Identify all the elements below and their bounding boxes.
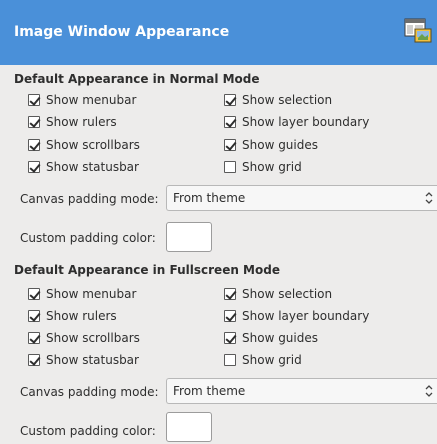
checkbox-box[interactable] <box>28 94 40 106</box>
normal-show-layer-boundary-checkbox[interactable]: Show layer boundary <box>224 114 369 130</box>
fullscreen-padding-color-label: Custom padding color: <box>20 424 156 438</box>
normal-padding-mode-select[interactable]: From theme <box>166 185 437 211</box>
fullscreen-show-rulers-checkbox[interactable]: Show rulers <box>28 308 117 324</box>
normal-padding-color-button[interactable] <box>166 222 212 252</box>
checkbox-box[interactable] <box>28 310 40 322</box>
checkbox-label: Show menubar <box>46 93 137 107</box>
updown-arrow-icon <box>425 385 433 397</box>
fullscreen-show-guides-checkbox[interactable]: Show guides <box>224 330 318 346</box>
fullscreen-show-menubar-checkbox[interactable]: Show menubar <box>28 286 136 302</box>
checkbox-box[interactable] <box>28 116 40 128</box>
checkbox-label: Show selection <box>242 287 333 301</box>
normal-show-grid-checkbox[interactable]: Show grid <box>224 159 302 175</box>
checkbox-box[interactable] <box>28 139 40 151</box>
fullscreen-section-title: Default Appearance in Fullscreen Mode <box>14 263 280 277</box>
checkbox-label: Show layer boundary <box>242 115 370 129</box>
updown-arrow-icon <box>425 192 433 204</box>
checkbox-box[interactable] <box>224 139 236 151</box>
checkbox-box[interactable] <box>224 354 236 366</box>
select-value: From theme <box>173 191 246 205</box>
checkbox-box[interactable] <box>224 161 236 173</box>
fullscreen-show-selection-checkbox[interactable]: Show selection <box>224 286 332 302</box>
checkbox-box[interactable] <box>224 310 236 322</box>
fullscreen-padding-mode-label: Canvas padding mode: <box>20 385 159 399</box>
checkbox-box[interactable] <box>28 354 40 366</box>
checkbox-box[interactable] <box>28 161 40 173</box>
checkbox-box[interactable] <box>28 332 40 344</box>
normal-padding-mode-label: Canvas padding mode: <box>20 192 159 206</box>
checkbox-label: Show layer boundary <box>242 309 370 323</box>
checkbox-box[interactable] <box>224 116 236 128</box>
fullscreen-padding-mode-select[interactable]: From theme <box>166 378 437 404</box>
checkbox-label: Show statusbar <box>46 353 139 367</box>
checkbox-label: Show rulers <box>46 115 117 129</box>
checkbox-box[interactable] <box>224 332 236 344</box>
checkbox-label: Show guides <box>242 331 319 345</box>
normal-padding-color-label: Custom padding color: <box>20 231 156 245</box>
dialog-title: Image Window Appearance <box>14 24 230 40</box>
normal-show-scrollbars-checkbox[interactable]: Show scrollbars <box>28 137 140 153</box>
checkbox-label: Show selection <box>242 93 333 107</box>
checkbox-label: Show scrollbars <box>46 331 140 345</box>
normal-show-statusbar-checkbox[interactable]: Show statusbar <box>28 159 139 175</box>
checkbox-box[interactable] <box>28 288 40 300</box>
checkbox-label: Show statusbar <box>46 160 139 174</box>
normal-show-menubar-checkbox[interactable]: Show menubar <box>28 92 136 108</box>
checkbox-label: Show guides <box>242 138 319 152</box>
checkbox-label: Show rulers <box>46 309 117 323</box>
checkbox-box[interactable] <box>224 288 236 300</box>
normal-show-guides-checkbox[interactable]: Show guides <box>224 137 318 153</box>
normal-show-rulers-checkbox[interactable]: Show rulers <box>28 114 117 130</box>
fullscreen-show-statusbar-checkbox[interactable]: Show statusbar <box>28 352 139 368</box>
fullscreen-show-scrollbars-checkbox[interactable]: Show scrollbars <box>28 330 140 346</box>
fullscreen-show-grid-checkbox[interactable]: Show grid <box>224 352 302 368</box>
dialog-header: Image Window Appearance <box>0 0 437 65</box>
checkbox-label: Show grid <box>242 160 302 174</box>
checkbox-label: Show scrollbars <box>46 138 140 152</box>
normal-show-selection-checkbox[interactable]: Show selection <box>224 92 332 108</box>
fullscreen-padding-color-button[interactable] <box>166 412 212 442</box>
select-value: From theme <box>173 384 246 398</box>
checkbox-label: Show menubar <box>46 287 137 301</box>
fullscreen-show-layer-boundary-checkbox[interactable]: Show layer boundary <box>224 308 369 324</box>
checkbox-box[interactable] <box>224 94 236 106</box>
window-appearance-icon <box>404 18 432 43</box>
normal-section-title: Default Appearance in Normal Mode <box>14 72 260 86</box>
checkbox-label: Show grid <box>242 353 302 367</box>
